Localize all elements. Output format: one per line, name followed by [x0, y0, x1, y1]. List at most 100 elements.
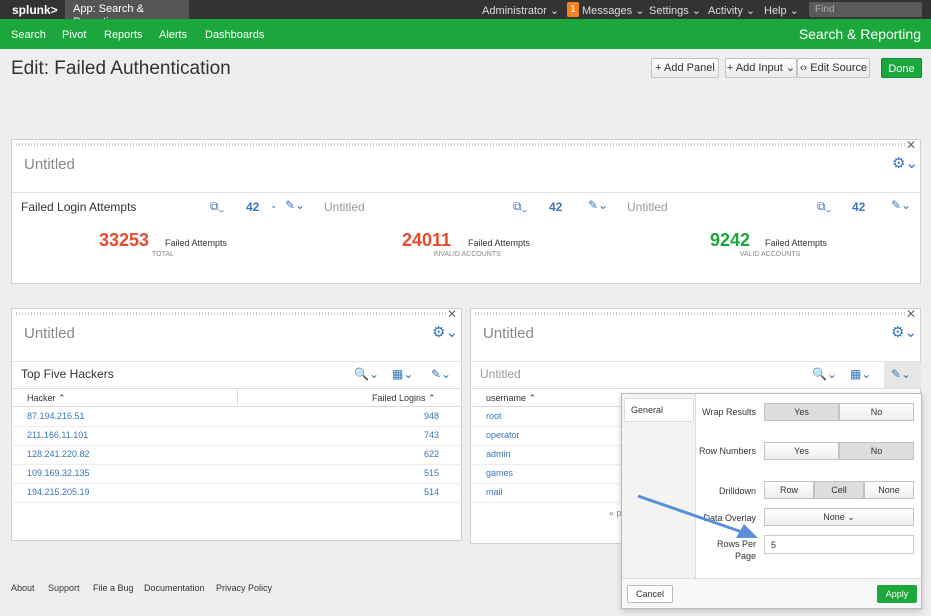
cancel-button[interactable]: Cancel [627, 585, 673, 603]
wrap-results-label: Wrap Results [702, 407, 756, 417]
drilldown-none-button[interactable]: None [864, 481, 914, 499]
tab-general[interactable]: General [624, 398, 694, 422]
rows-per-page-input[interactable]: 5 [764, 535, 914, 554]
table-cell-hacker[interactable]: 194.215.205.19 [27, 487, 90, 497]
rownum-yes-button[interactable]: Yes [764, 442, 839, 460]
footer-support[interactable]: Support [48, 583, 80, 593]
total-label: Failed Attempts [165, 238, 228, 248]
pagination-prev[interactable]: « p [609, 508, 622, 518]
gear-icon[interactable]: ⚙⌄ [892, 154, 918, 172]
footer-privacy[interactable]: Privacy Policy [216, 583, 272, 593]
footer-documentation[interactable]: Documentation [144, 583, 205, 593]
table-cell-failed-logins[interactable]: 948 [424, 411, 439, 421]
format-count-icon[interactable]: 42 [852, 200, 865, 214]
subpanel-title-3[interactable]: Untitled [627, 200, 668, 214]
subpanel-title[interactable]: Failed Login Attempts [21, 200, 136, 214]
table-cell-failed-logins[interactable]: 514 [424, 487, 439, 497]
brush-icon[interactable]: ✎⌄ [285, 198, 305, 212]
table-cell-username[interactable]: games [486, 468, 513, 478]
brush-icon[interactable]: ✎⌄ [588, 198, 608, 212]
app-selector[interactable]: App: Search & Reporting ⌄ [65, 0, 189, 28]
add-input-button[interactable]: + Add Input ⌄ [725, 58, 797, 78]
brush-icon[interactable]: ✎⌄ [891, 367, 911, 381]
wrap-no-button[interactable]: No [839, 403, 914, 421]
table-cell-username[interactable]: admin [486, 449, 511, 459]
drag-handle[interactable] [475, 312, 906, 315]
column-header-username[interactable]: username ⌃ [486, 393, 536, 404]
find-input[interactable]: Find [809, 2, 922, 17]
rownum-no-button[interactable]: No [839, 442, 914, 460]
chevron-down-icon: ⌄ [270, 200, 278, 210]
drag-handle[interactable] [16, 143, 906, 146]
invalid-value: 24011 [402, 230, 452, 250]
popover-sidebar: General [622, 394, 696, 578]
column-header-hacker[interactable]: Hacker ⌃ [27, 393, 66, 404]
search-report-icon[interactable]: ⧉⌄ [210, 199, 224, 214]
panel-title[interactable]: Untitled [24, 325, 75, 342]
table-cell-hacker[interactable]: 211.166.11.101 [27, 430, 88, 440]
valid-value: 9242 [710, 230, 751, 250]
apply-button[interactable]: Apply [877, 585, 917, 603]
footer-file-bug[interactable]: File a Bug [93, 583, 134, 593]
drilldown-cell-button[interactable]: Cell [814, 481, 864, 499]
footer-about[interactable]: About [11, 583, 35, 593]
activity-menu[interactable]: Activity ⌄ [708, 4, 755, 17]
table-cell-username[interactable]: operator [486, 430, 520, 440]
format-count-icon[interactable]: 42 [246, 200, 259, 214]
close-icon[interactable]: ✕ [906, 307, 916, 321]
table-cell-username[interactable]: mail [486, 487, 503, 497]
total-value: 33253 [99, 230, 150, 250]
splunk-logo[interactable]: splunk> [12, 3, 58, 17]
table-row [12, 426, 461, 427]
search-icon[interactable]: 🔍⌄ [354, 367, 379, 381]
nav-pivot[interactable]: Pivot [62, 29, 86, 41]
table-cell-failed-logins[interactable]: 515 [424, 468, 439, 478]
nav-search[interactable]: Search [11, 29, 46, 41]
done-button[interactable]: Done [881, 58, 922, 78]
invalid-label: Failed Attempts [468, 238, 531, 248]
table-cell-hacker[interactable]: 128.241.220.82 [27, 449, 90, 459]
search-report-icon[interactable]: ⧉⌄ [513, 199, 527, 214]
format-count-icon[interactable]: 42 [549, 200, 562, 214]
search-report-icon[interactable]: ⧉⌄ [817, 199, 831, 214]
gear-icon[interactable]: ⚙⌄ [432, 323, 458, 341]
close-icon[interactable]: ✕ [906, 138, 916, 152]
table-cell-failed-logins[interactable]: 743 [424, 430, 439, 440]
admin-menu[interactable]: Administrator ⌄ [482, 4, 559, 17]
top-bar: splunk> App: Search & Reporting ⌄ Admini… [0, 0, 931, 28]
messages-menu[interactable]: Messages ⌄ [582, 4, 644, 17]
subpanel-title-2[interactable]: Untitled [324, 200, 365, 214]
brush-icon[interactable]: ✎⌄ [431, 367, 451, 381]
table-cell-username[interactable]: root [486, 411, 502, 421]
column-header-failed-logins[interactable]: Failed Logins ⌃ [372, 393, 436, 404]
table-row [12, 483, 461, 484]
drilldown-row-button[interactable]: Row [764, 481, 814, 499]
panel-title[interactable]: Untitled [24, 156, 75, 173]
nav-reports[interactable]: Reports [104, 29, 143, 41]
table-cell-hacker[interactable]: 109.169.32.135 [27, 468, 90, 478]
app-title: Search & Reporting [798, 26, 921, 42]
hackers-table-panel: ✕ Untitled ⚙⌄ Top Five Hackers 🔍⌄ ▦⌄ ✎⌄ … [11, 307, 462, 541]
table-cell-failed-logins[interactable]: 622 [424, 449, 439, 459]
data-overlay-dropdown[interactable]: None ⌄ [764, 508, 914, 526]
help-menu[interactable]: Help ⌄ [764, 4, 799, 17]
brush-icon[interactable]: ✎⌄ [891, 198, 911, 212]
row-numbers-label: Row Numbers [698, 446, 756, 456]
nav-alerts[interactable]: Alerts [159, 29, 187, 41]
settings-menu[interactable]: Settings ⌄ [649, 4, 701, 17]
table-title[interactable]: Top Five Hackers [21, 367, 114, 381]
page-title: Edit: Failed Authentication [11, 58, 231, 79]
search-icon[interactable]: 🔍⌄ [812, 367, 837, 381]
add-panel-button[interactable]: + Add Panel [651, 58, 719, 78]
panel-title[interactable]: Untitled [483, 325, 534, 342]
drag-handle[interactable] [16, 312, 447, 315]
table-format-icon[interactable]: ▦⌄ [392, 367, 413, 381]
gear-icon[interactable]: ⚙⌄ [891, 323, 917, 341]
nav-dashboards[interactable]: Dashboards [205, 29, 264, 41]
table-cell-hacker[interactable]: 87.194.216.51 [27, 411, 85, 421]
edit-source-button[interactable]: ‹› Edit Source [797, 58, 870, 78]
table-format-icon[interactable]: ▦⌄ [850, 367, 871, 381]
table-title[interactable]: Untitled [480, 367, 521, 381]
close-icon[interactable]: ✕ [447, 307, 457, 321]
wrap-yes-button[interactable]: Yes [764, 403, 839, 421]
